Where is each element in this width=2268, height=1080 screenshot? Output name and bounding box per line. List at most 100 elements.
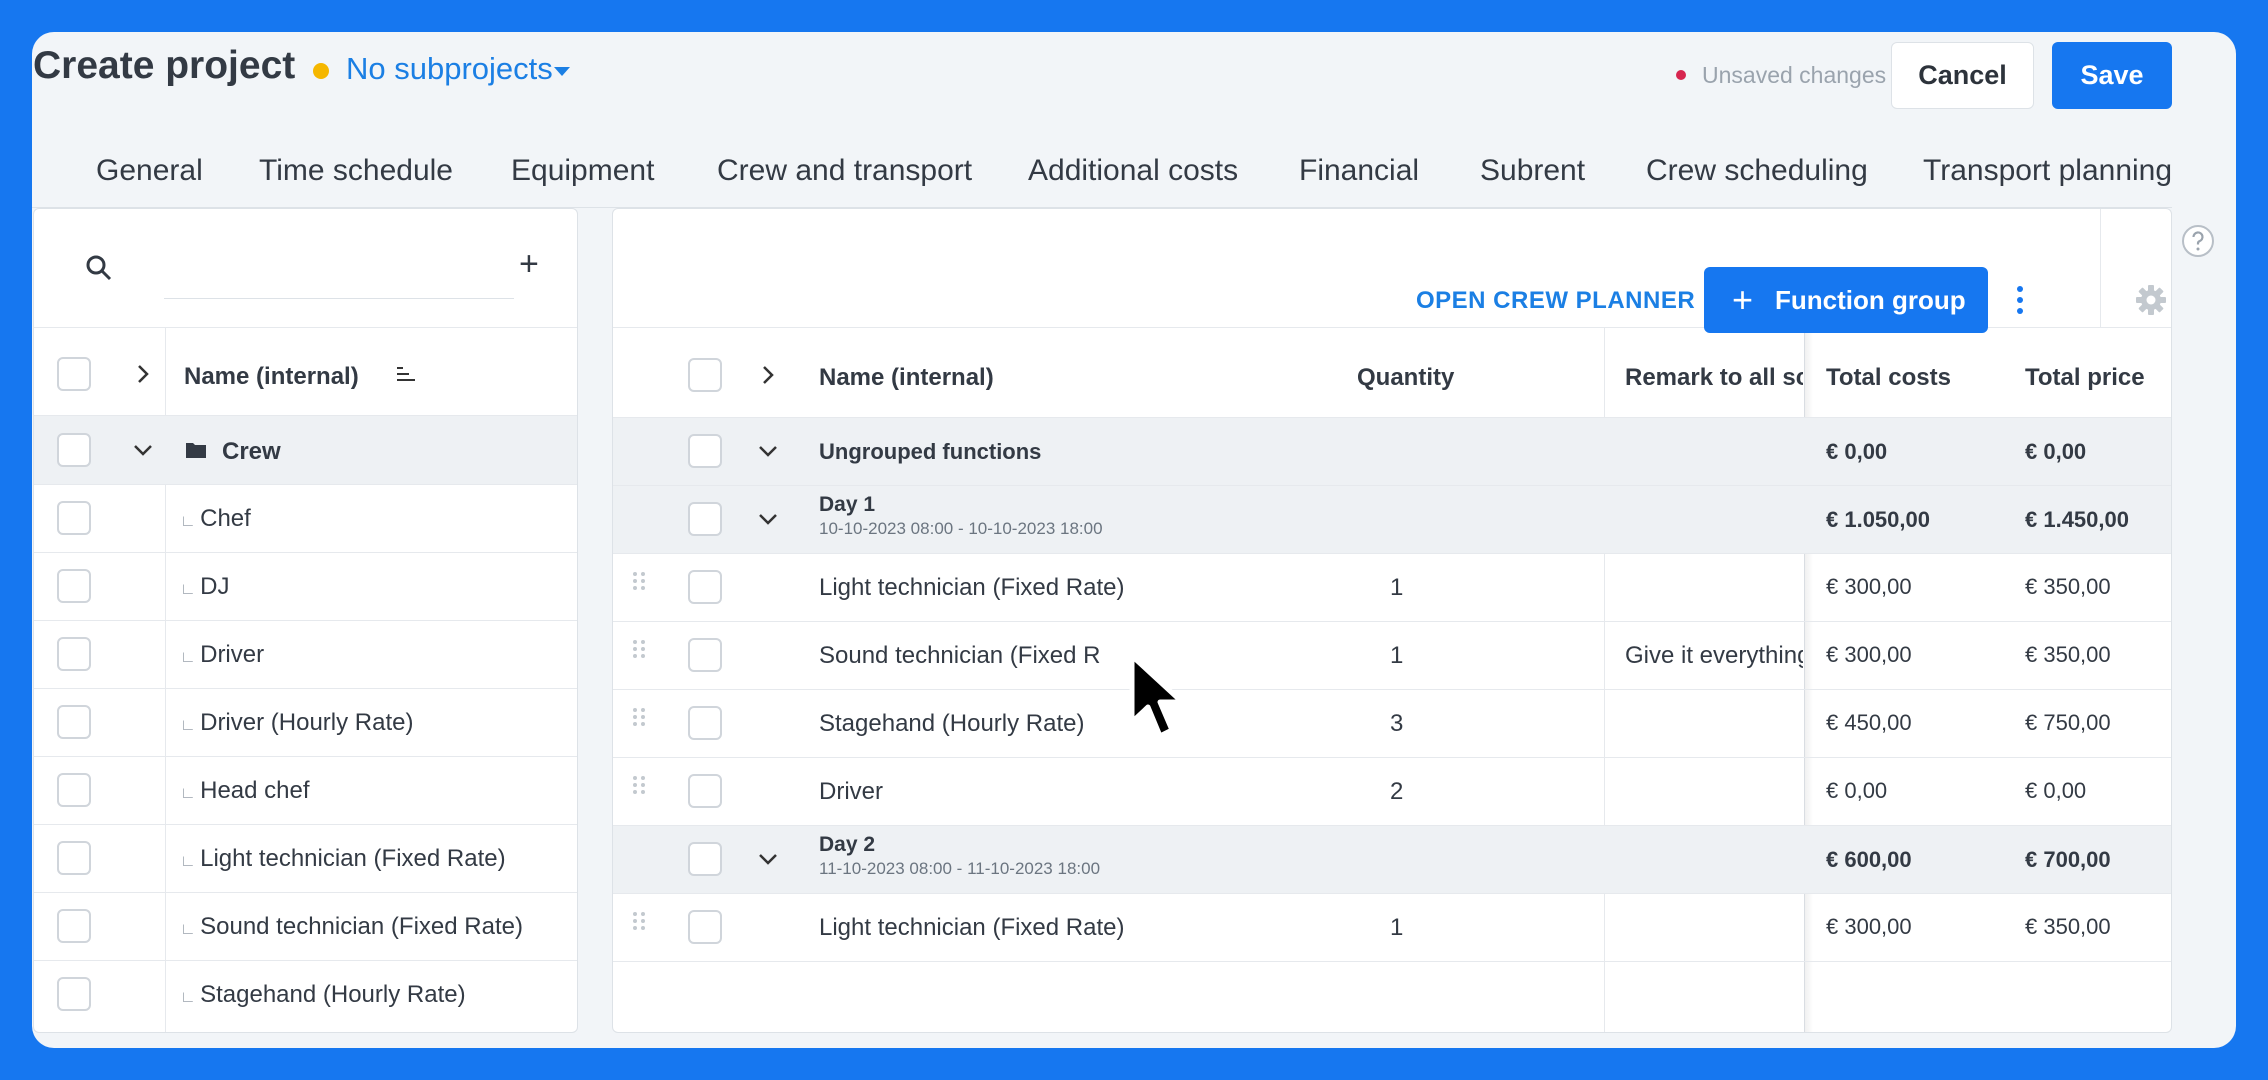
function-quantity[interactable]: 1	[1390, 914, 1403, 942]
function-quantity[interactable]: 3	[1390, 710, 1403, 738]
drag-handle-icon[interactable]	[631, 775, 647, 795]
function-total-price: € 350,00	[2025, 574, 2111, 599]
row-checkbox[interactable]	[688, 434, 722, 468]
cancel-button[interactable]: Cancel	[1891, 42, 2034, 109]
row-checkbox[interactable]	[688, 502, 722, 536]
select-all-checkbox[interactable]	[57, 357, 91, 391]
item-label: ∟ Driver	[180, 641, 265, 668]
function-remark[interactable]: Give it everything	[1625, 642, 1803, 670]
open-crew-planner-link[interactable]: OPEN CREW PLANNER	[1416, 287, 1695, 315]
select-all-checkbox[interactable]	[688, 358, 722, 392]
column-header-name[interactable]: Name (internal)	[819, 364, 994, 392]
row-checkbox[interactable]	[688, 842, 722, 876]
row-checkbox[interactable]	[57, 841, 91, 875]
tab-crew-scheduling[interactable]: Crew scheduling	[1646, 154, 1868, 188]
item-label: ∟ Stagehand (Hourly Rate)	[180, 981, 466, 1008]
row-checkbox[interactable]	[688, 774, 722, 808]
row-checkbox[interactable]	[57, 637, 91, 671]
search-icon	[86, 255, 112, 281]
group-total-price: € 1.450,00	[2025, 507, 2129, 532]
row-checkbox[interactable]	[688, 638, 722, 672]
function-name[interactable]: Light technician (Fixed Rate)	[819, 574, 1124, 602]
column-header-quantity[interactable]: Quantity	[1357, 364, 1454, 392]
chevron-right-icon[interactable]	[756, 363, 780, 387]
row-checkbox[interactable]	[57, 433, 91, 467]
function-total-costs: € 300,00	[1826, 574, 1912, 599]
add-icon[interactable]: +	[519, 247, 539, 281]
caret-down-icon[interactable]	[554, 67, 570, 76]
save-button[interactable]: Save	[2052, 42, 2172, 109]
gear-icon[interactable]	[2134, 283, 2168, 317]
group-label: Day 1	[819, 493, 876, 516]
row-checkbox[interactable]	[57, 705, 91, 739]
tab-general[interactable]: General	[96, 154, 203, 188]
status-dot	[313, 63, 329, 79]
function-name[interactable]: Light technician (Fixed Rate)	[819, 914, 1124, 942]
drag-handle-icon[interactable]	[631, 707, 647, 727]
drag-handle-icon[interactable]	[631, 571, 647, 591]
function-total-price: € 350,00	[2025, 642, 2111, 667]
row-checkbox[interactable]	[57, 977, 91, 1011]
group-row-crew	[34, 416, 577, 484]
group-total-costs: € 0,00	[1826, 439, 1888, 464]
mouse-pointer-icon	[1129, 653, 1185, 739]
item-label: ∟ Light technician (Fixed Rate)	[180, 845, 506, 872]
row-checkbox[interactable]	[688, 570, 722, 604]
function-quantity[interactable]: 1	[1390, 574, 1403, 602]
column-header-name[interactable]: Name (internal)	[184, 363, 359, 391]
function-name[interactable]: Sound technician (Fixed R	[819, 642, 1100, 670]
function-quantity[interactable]: 2	[1390, 778, 1403, 806]
chevron-down-icon[interactable]	[756, 847, 780, 871]
column-header-remark[interactable]: Remark to all sch	[1625, 364, 1803, 392]
function-quantity[interactable]: 1	[1390, 642, 1403, 670]
column-header-total-price[interactable]: Total price	[2025, 364, 2145, 392]
function-total-costs: € 450,00	[1826, 710, 1912, 735]
row-checkbox[interactable]	[688, 910, 722, 944]
more-options-icon[interactable]	[2015, 285, 2025, 315]
group-date-range: 11-10-2023 08:00 - 11-10-2023 18:00	[819, 859, 1101, 878]
chevron-down-icon[interactable]	[131, 438, 155, 462]
function-total-costs: € 300,00	[1826, 914, 1912, 939]
function-total-price: € 0,00	[2025, 778, 2087, 803]
row-checkbox[interactable]	[57, 569, 91, 603]
chevron-down-icon[interactable]	[756, 507, 780, 531]
item-label: ∟ Head chef	[180, 777, 310, 804]
tab-transport-planning[interactable]: Transport planning	[1923, 154, 2172, 188]
column-header-total-costs[interactable]: Total costs	[1826, 364, 1951, 392]
tab-time-schedule[interactable]: Time schedule	[259, 154, 453, 188]
tab-bar: General Time schedule Equipment Crew and…	[32, 130, 2172, 213]
help-icon[interactable]	[2181, 224, 2215, 258]
group-label: Crew	[222, 438, 281, 465]
group-date-range: 10-10-2023 08:00 - 10-10-2023 18:00	[819, 519, 1103, 538]
function-library-panel: + Name (internal) Crew ∟ Chef ∟ DJ ∟ Dri…	[33, 208, 578, 1033]
search-input[interactable]	[164, 239, 514, 299]
chevron-right-icon[interactable]	[131, 362, 155, 386]
sort-icon[interactable]	[396, 366, 416, 382]
unsaved-indicator-dot	[1676, 70, 1686, 80]
folder-icon	[186, 443, 206, 458]
tab-crew-and-transport[interactable]: Crew and transport	[717, 154, 973, 213]
row-checkbox[interactable]	[57, 909, 91, 943]
function-total-costs: € 300,00	[1826, 642, 1912, 667]
row-checkbox[interactable]	[688, 706, 722, 740]
group-label: Ungrouped functions	[819, 439, 1042, 464]
item-label: ∟ DJ	[180, 573, 230, 600]
group-label: Day 2	[819, 833, 876, 856]
function-name[interactable]: Driver	[819, 778, 883, 806]
tab-additional-costs[interactable]: Additional costs	[1028, 154, 1238, 188]
subprojects-dropdown[interactable]: No subprojects	[346, 51, 553, 87]
add-function-group-button[interactable]: + Function group	[1704, 267, 1988, 333]
drag-handle-icon[interactable]	[631, 911, 647, 931]
row-checkbox[interactable]	[57, 501, 91, 535]
item-label: ∟ Chef	[180, 505, 251, 532]
function-name[interactable]: Stagehand (Hourly Rate)	[819, 710, 1084, 738]
item-label: ∟ Driver (Hourly Rate)	[180, 709, 414, 736]
drag-handle-icon[interactable]	[631, 639, 647, 659]
tab-subrent[interactable]: Subrent	[1480, 154, 1585, 188]
tab-financial[interactable]: Financial	[1299, 154, 1419, 188]
page-title: Create project	[33, 44, 296, 87]
chevron-down-icon[interactable]	[756, 439, 780, 463]
row-checkbox[interactable]	[57, 773, 91, 807]
tab-equipment[interactable]: Equipment	[511, 154, 654, 188]
function-group-label: Function group	[1775, 284, 1966, 315]
